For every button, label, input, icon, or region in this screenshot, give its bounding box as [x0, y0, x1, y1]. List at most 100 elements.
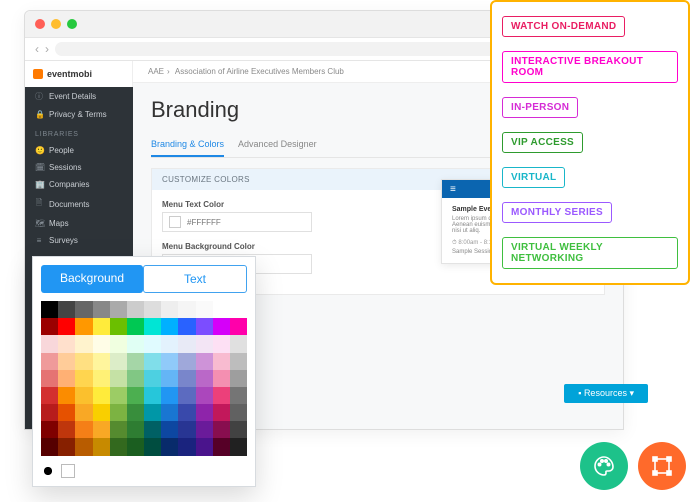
- brand[interactable]: eventmobi: [25, 61, 133, 87]
- color-cell[interactable]: [127, 404, 144, 421]
- color-cell[interactable]: [58, 353, 75, 370]
- breadcrumb-code[interactable]: AAE: [145, 67, 167, 76]
- color-cell[interactable]: [196, 438, 213, 455]
- color-cell[interactable]: [75, 335, 92, 352]
- sidebar-item[interactable]: 🗺Maps: [25, 215, 133, 232]
- color-cell[interactable]: [41, 318, 58, 335]
- color-cell[interactable]: [144, 335, 161, 352]
- color-cell[interactable]: [161, 318, 178, 335]
- color-cell[interactable]: [178, 370, 195, 387]
- color-cell[interactable]: [127, 301, 144, 318]
- color-cell[interactable]: [110, 421, 127, 438]
- color-cell[interactable]: [196, 404, 213, 421]
- color-cell[interactable]: [110, 387, 127, 404]
- color-cell[interactable]: [161, 404, 178, 421]
- color-cell[interactable]: [41, 335, 58, 352]
- color-cell[interactable]: [127, 370, 144, 387]
- color-cell[interactable]: [41, 301, 58, 318]
- color-cell[interactable]: [213, 438, 230, 455]
- color-cell[interactable]: [75, 438, 92, 455]
- color-cell[interactable]: [58, 404, 75, 421]
- color-cell[interactable]: [75, 370, 92, 387]
- tab[interactable]: Advanced Designer: [238, 133, 317, 157]
- sidebar-item[interactable]: 🔒Privacy & Terms: [25, 106, 133, 123]
- layout-fab[interactable]: [638, 442, 686, 490]
- color-cell[interactable]: [93, 353, 110, 370]
- color-cell[interactable]: [110, 335, 127, 352]
- theme-fab[interactable]: [580, 442, 628, 490]
- color-cell[interactable]: [75, 387, 92, 404]
- color-cell[interactable]: [41, 404, 58, 421]
- color-cell[interactable]: [93, 438, 110, 455]
- color-cell[interactable]: [110, 370, 127, 387]
- color-cell[interactable]: [178, 353, 195, 370]
- color-cell[interactable]: [196, 335, 213, 352]
- event-badge[interactable]: INTERACTIVE BREAKOUT ROOM: [502, 51, 678, 83]
- breadcrumb-name[interactable]: Association of Airline Executives Member…: [172, 67, 347, 76]
- color-cell[interactable]: [213, 318, 230, 335]
- color-cell[interactable]: [110, 404, 127, 421]
- color-cell[interactable]: [41, 421, 58, 438]
- color-cell[interactable]: [58, 421, 75, 438]
- color-cell[interactable]: [127, 438, 144, 455]
- color-cell[interactable]: [230, 387, 247, 404]
- event-badge[interactable]: VIRTUAL WEEKLY NETWORKING: [502, 237, 678, 269]
- color-cell[interactable]: [213, 353, 230, 370]
- color-cell[interactable]: [93, 404, 110, 421]
- color-cell[interactable]: [127, 387, 144, 404]
- color-cell[interactable]: [41, 387, 58, 404]
- color-cell[interactable]: [196, 353, 213, 370]
- event-badge[interactable]: VIP ACCESS: [502, 132, 583, 153]
- palette-icon[interactable]: [41, 464, 55, 478]
- color-cell[interactable]: [127, 318, 144, 335]
- back-icon[interactable]: ‹: [35, 42, 39, 56]
- event-badge[interactable]: VIRTUAL: [502, 167, 565, 188]
- color-cell[interactable]: [161, 438, 178, 455]
- color-cell[interactable]: [127, 353, 144, 370]
- color-cell[interactable]: [58, 438, 75, 455]
- color-cell[interactable]: [161, 353, 178, 370]
- event-badge[interactable]: WATCH ON-DEMAND: [502, 16, 625, 37]
- color-cell[interactable]: [230, 335, 247, 352]
- color-cell[interactable]: [110, 301, 127, 318]
- color-cell[interactable]: [230, 404, 247, 421]
- color-cell[interactable]: [230, 370, 247, 387]
- tab[interactable]: Branding & Colors: [151, 133, 224, 157]
- color-cell[interactable]: [230, 318, 247, 335]
- palette-tab-text[interactable]: Text: [143, 265, 247, 293]
- color-cell[interactable]: [161, 335, 178, 352]
- color-cell[interactable]: [178, 301, 195, 318]
- sidebar-item[interactable]: 🏢Companies: [25, 176, 133, 193]
- color-cell[interactable]: [110, 353, 127, 370]
- color-cell[interactable]: [58, 387, 75, 404]
- color-cell[interactable]: [213, 421, 230, 438]
- color-cell[interactable]: [230, 301, 247, 318]
- sidebar-item[interactable]: ⓘEvent Details: [25, 87, 133, 106]
- color-cell[interactable]: [75, 404, 92, 421]
- color-cell[interactable]: [161, 421, 178, 438]
- color-cell[interactable]: [196, 370, 213, 387]
- color-cell[interactable]: [144, 387, 161, 404]
- color-cell[interactable]: [178, 387, 195, 404]
- close-icon[interactable]: [35, 19, 45, 29]
- color-cell[interactable]: [230, 353, 247, 370]
- color-cell[interactable]: [75, 318, 92, 335]
- color-cell[interactable]: [230, 438, 247, 455]
- color-cell[interactable]: [144, 318, 161, 335]
- maximize-icon[interactable]: [67, 19, 77, 29]
- color-cell[interactable]: [75, 421, 92, 438]
- color-cell[interactable]: [110, 438, 127, 455]
- color-cell[interactable]: [144, 370, 161, 387]
- color-cell[interactable]: [144, 353, 161, 370]
- color-cell[interactable]: [144, 421, 161, 438]
- color-cell[interactable]: [93, 301, 110, 318]
- color-cell[interactable]: [144, 301, 161, 318]
- color-cell[interactable]: [93, 318, 110, 335]
- color-cell[interactable]: [58, 301, 75, 318]
- current-color-swatch[interactable]: [61, 464, 75, 478]
- palette-tab-background[interactable]: Background: [41, 265, 143, 293]
- color-cell[interactable]: [161, 387, 178, 404]
- color-cell[interactable]: [41, 438, 58, 455]
- color-cell[interactable]: [93, 370, 110, 387]
- sidebar-item[interactable]: 🗎Documents: [25, 193, 133, 215]
